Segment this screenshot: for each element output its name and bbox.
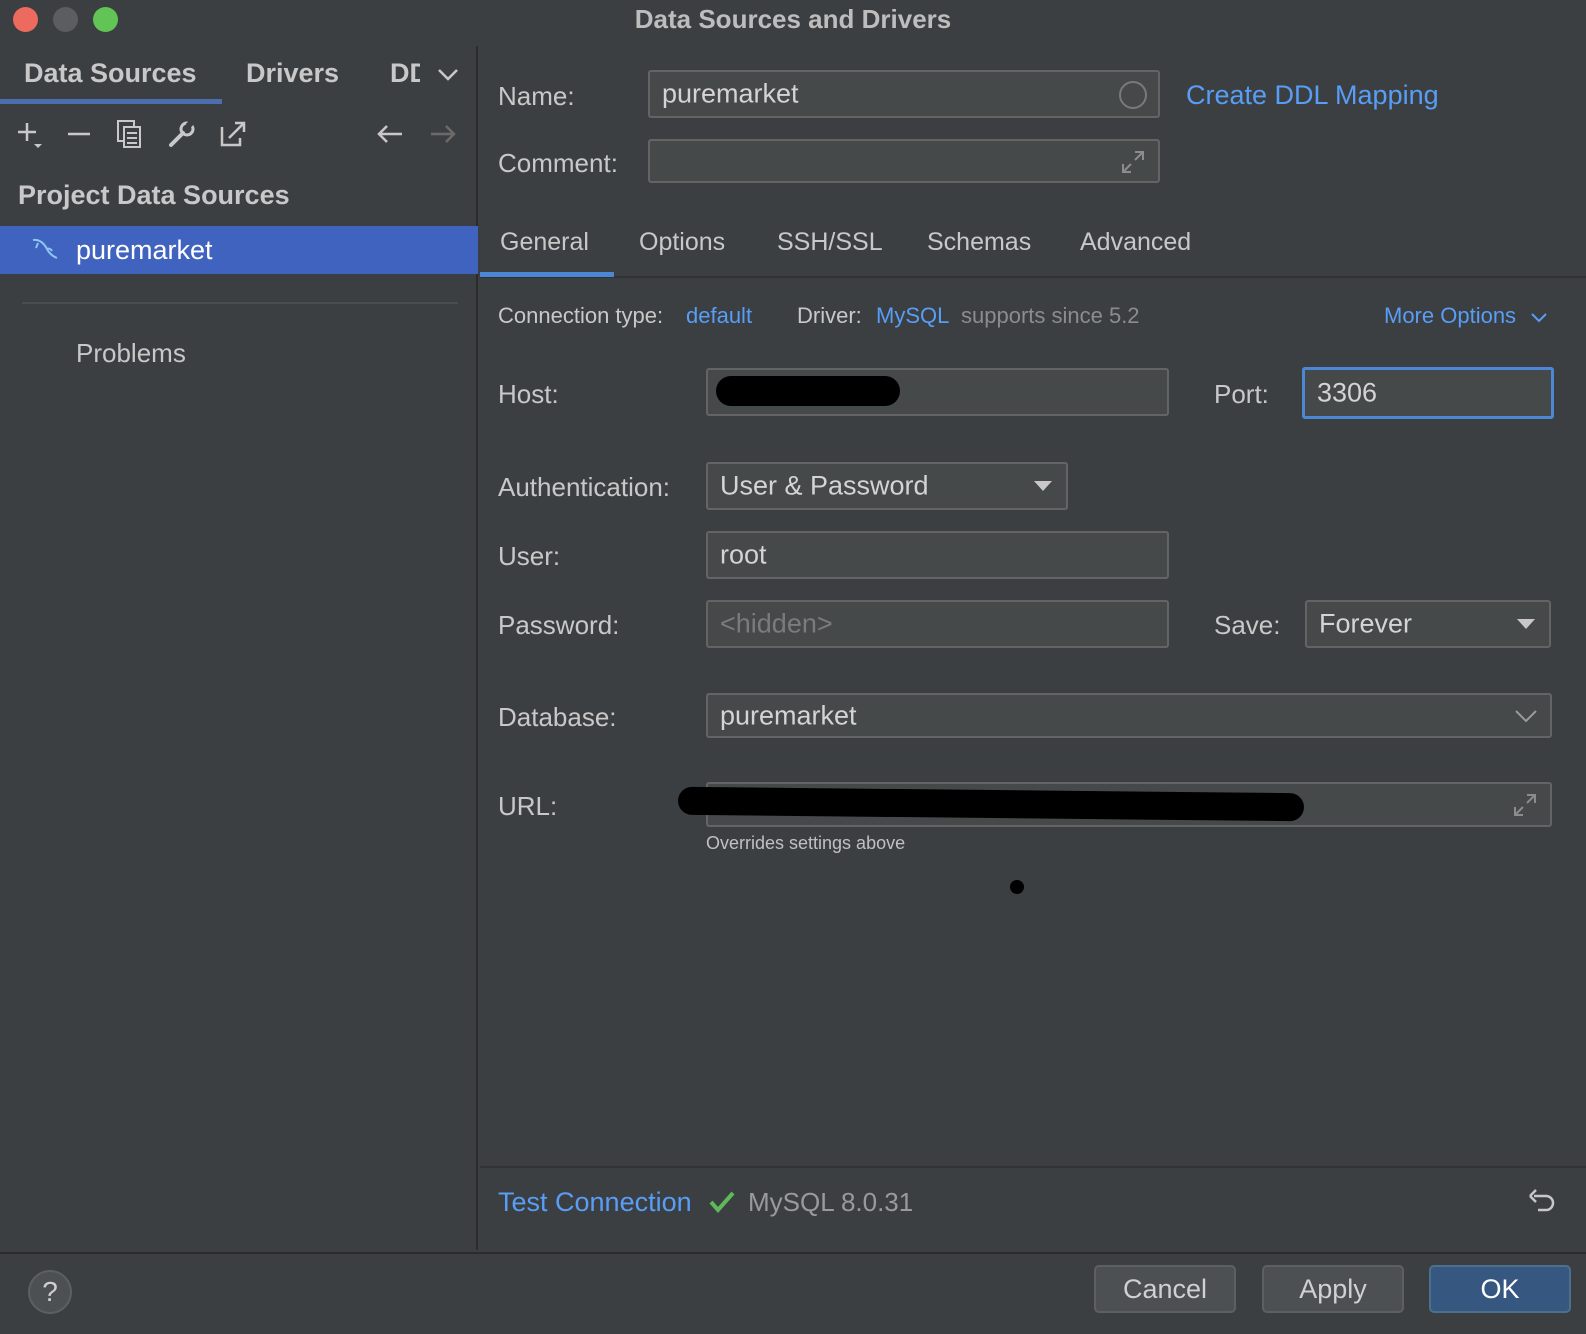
apply-button[interactable]: Apply [1262,1265,1404,1313]
host-label: Host: [498,379,559,409]
dropdown-arrow-icon [1034,481,1052,491]
database-label: Database: [498,702,617,732]
wrench-icon[interactable] [166,118,198,150]
password-label: Password: [498,610,620,640]
database-value: puremarket [720,700,857,730]
duplicate-icon[interactable] [114,118,146,150]
host-redaction [716,376,900,406]
mysql-version: MySQL 8.0.31 [748,1187,914,1217]
connection-type-link[interactable]: default [686,303,752,329]
tab-advanced[interactable]: Advanced [1080,228,1191,257]
save-select[interactable]: Forever [1305,600,1551,648]
export-icon[interactable] [217,118,249,150]
data-source-label: puremarket [76,235,213,265]
stray-dot [1010,880,1024,894]
title-bar: Data Sources and Drivers [0,0,1586,40]
color-circle-icon[interactable] [1118,80,1148,110]
test-connection-link[interactable]: Test Connection [498,1187,692,1218]
authentication-value: User & Password [720,470,929,501]
help-button[interactable]: ? [28,1270,72,1314]
tab-drivers[interactable]: Drivers [246,58,339,89]
save-value: Forever [1319,608,1413,639]
driver-label: Driver: [797,303,862,328]
tab-data-sources[interactable]: Data Sources [24,58,197,89]
dropdown-arrow-icon [1517,619,1535,629]
chevron-down-icon[interactable] [437,68,459,82]
mysql-dolphin-icon [32,238,58,259]
connection-type-label: Connection type: [498,303,664,328]
port-value: 3306 [1317,377,1378,408]
problems-item[interactable]: Problems [76,338,186,369]
remove-icon[interactable] [63,118,95,150]
name-value: puremarket [662,78,799,109]
tab-general[interactable]: General [500,228,589,257]
status-divider [480,1166,1586,1168]
add-icon[interactable] [14,118,46,150]
authentication-label: Authentication: [498,472,671,502]
driver-link[interactable]: MySQL [876,303,949,329]
tab-options[interactable]: Options [639,228,725,257]
right-panel: Name: puremarket Create DDL Mapping Comm… [480,46,1586,1250]
tab-schemas[interactable]: Schemas [927,228,1031,257]
active-tab-indicator [0,99,222,104]
password-placeholder: <hidden> [720,608,833,639]
tab-ddl[interactable]: DDL [390,58,420,89]
comment-label: Comment: [498,148,618,178]
user-field[interactable]: root [706,531,1169,579]
left-tabs: Data Sources Drivers DDL [0,46,478,104]
user-label: User: [498,541,561,571]
check-icon [709,1191,735,1214]
expand-icon[interactable] [1512,792,1538,818]
name-label: Name: [498,81,575,111]
password-field[interactable]: <hidden> [706,600,1169,648]
database-field[interactable]: puremarket [706,693,1552,738]
name-field[interactable]: puremarket [648,70,1160,118]
window-title: Data Sources and Drivers [634,4,952,34]
driver-support-note: supports since 5.2 [961,303,1140,328]
project-data-sources-title: Project Data Sources [18,180,290,210]
cancel-button[interactable]: Cancel [1094,1265,1236,1313]
ok-button[interactable]: OK [1429,1265,1571,1313]
dialog-footer: ? Cancel Apply OK [0,1252,1586,1334]
authentication-select[interactable]: User & Password [706,462,1068,510]
create-ddl-mapping-link[interactable]: Create DDL Mapping [1186,80,1439,111]
settings-tabs: General Options SSH/SSL Schemas Advanced [480,216,1586,278]
more-options-link[interactable]: More Options [1384,303,1516,329]
url-hint: Overrides settings above [706,833,906,853]
left-divider [22,302,458,304]
tab-ssh-ssl[interactable]: SSH/SSL [777,228,883,257]
data-source-item[interactable]: puremarket [0,226,478,274]
user-value: root [720,539,767,570]
comment-field[interactable] [648,139,1160,183]
left-toolbar [0,112,478,156]
expand-icon[interactable] [1120,149,1146,175]
url-label: URL: [498,791,558,821]
save-label: Save: [1214,610,1281,640]
dialog-window: Data Sources and Drivers Data Sources Dr… [0,0,1586,1334]
forward-arrow-icon[interactable] [427,118,459,150]
back-arrow-icon[interactable] [374,118,406,150]
chevron-down-icon[interactable] [1514,708,1538,724]
revert-icon[interactable] [1526,1186,1556,1216]
port-label: Port: [1214,379,1269,409]
left-panel: Data Sources Drivers DDL [0,46,478,1250]
active-tab-indicator [480,272,614,277]
chevron-down-icon[interactable] [1530,312,1548,324]
port-field[interactable]: 3306 [1302,367,1554,419]
